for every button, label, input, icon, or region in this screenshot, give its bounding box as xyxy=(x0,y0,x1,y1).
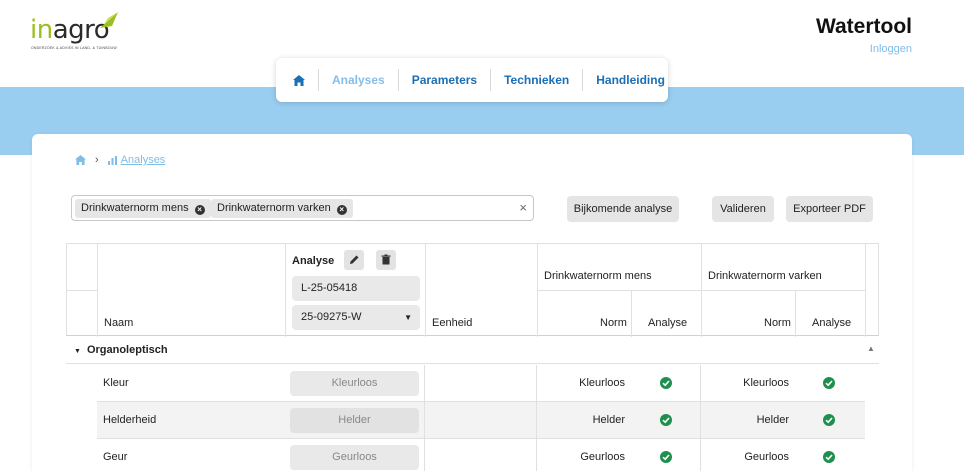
row-norm-mens: Helder xyxy=(592,414,625,426)
group-label: ▼ Organoleptisch xyxy=(74,344,168,356)
check-circle-icon xyxy=(660,377,672,389)
norm-multiselect[interactable]: Drinkwaternorm mens × Drinkwaternorm vark… xyxy=(71,195,534,221)
delete-analysis-button[interactable] xyxy=(376,250,396,270)
home-icon[interactable] xyxy=(75,155,86,165)
norm-group-varken-header: Drinkwaternorm varken xyxy=(708,270,822,282)
check-circle-icon xyxy=(823,414,835,426)
export-pdf-button[interactable]: Exporteer PDF xyxy=(786,196,873,222)
analysis-mens-subheader: Analyse xyxy=(648,317,688,329)
nav-parameters[interactable]: Parameters xyxy=(397,69,490,91)
row-norm-mens: Kleurloos xyxy=(579,377,625,389)
col-analysis-header: Analyse xyxy=(292,255,335,267)
analysis-id-field[interactable]: L-25-05418 xyxy=(292,276,420,301)
check-circle-icon xyxy=(660,451,672,463)
nav-handleiding[interactable]: Handleiding xyxy=(582,69,678,91)
remove-tag-icon[interactable]: × xyxy=(336,205,347,215)
check-circle-icon xyxy=(823,451,835,463)
norm-group-mens-header: Drinkwaternorm mens xyxy=(544,270,652,282)
norm-mens-subheader: Norm xyxy=(600,317,627,329)
pencil-icon xyxy=(350,255,359,264)
caret-down-icon: ▼ xyxy=(404,313,412,322)
norm-varken-subheader: Norm xyxy=(764,317,791,329)
extra-analysis-button[interactable]: Bijkomende analyse xyxy=(567,196,679,222)
nav-analyses[interactable]: Analyses xyxy=(318,69,398,91)
caret-down-icon: ▼ xyxy=(74,348,81,355)
breadcrumb-separator: › xyxy=(95,154,99,166)
clear-all-icon[interactable]: × xyxy=(519,200,527,215)
tag-drinkwaternorm-varken: Drinkwaternorm varken × xyxy=(211,199,353,218)
check-circle-icon xyxy=(823,377,835,389)
row-value-field[interactable]: Helder xyxy=(290,408,419,433)
analysis-table: Naam Analyse L-25-05418 25-09275-W ▼ Een… xyxy=(66,243,879,471)
row-name: Kleur xyxy=(103,377,129,389)
col-unit-header: Eenheid xyxy=(432,317,473,329)
analysis-varken-subheader: Analyse xyxy=(812,317,852,329)
bar-chart-icon xyxy=(107,155,117,165)
table-row: Helderheid Helder Helder Helder xyxy=(97,402,865,439)
col-name-header: Naam xyxy=(104,317,134,329)
remove-tag-icon[interactable]: × xyxy=(194,205,205,215)
row-value-field[interactable]: Kleurloos xyxy=(290,371,419,396)
validate-button[interactable]: Valideren xyxy=(712,196,774,222)
main-nav: Analyses Parameters Technieken Handleidi… xyxy=(276,58,668,102)
tag-label: Drinkwaternorm mens xyxy=(81,202,189,214)
row-value-field[interactable]: Geurloos xyxy=(290,445,419,470)
breadcrumb: › Analyses xyxy=(75,154,165,166)
breadcrumb-analyses-link[interactable]: Analyses xyxy=(121,154,166,166)
leaf-icon xyxy=(100,12,118,28)
row-norm-mens: Geurloos xyxy=(580,451,625,463)
table-row: Geur Geurloos Geurloos Geurloos xyxy=(97,439,865,471)
table-row: Kleur Kleurloos Kleurloos Kleurloos xyxy=(97,365,865,402)
table-header: Naam Analyse L-25-05418 25-09275-W ▼ Een… xyxy=(66,243,879,337)
nav-technieken[interactable]: Technieken xyxy=(490,69,582,91)
logo-subtitle: ONDERZOEK & ADVIES IN LAND- & TUINBOUW xyxy=(31,46,117,50)
scroll-up-icon[interactable]: ▲ xyxy=(867,344,875,353)
row-norm-varken: Helder xyxy=(756,414,789,426)
login-link[interactable]: Inloggen xyxy=(870,43,912,55)
row-norm-varken: Geurloos xyxy=(744,451,789,463)
sample-select[interactable]: 25-09275-W ▼ xyxy=(292,305,420,330)
row-name: Geur xyxy=(103,451,128,463)
row-norm-varken: Kleurloos xyxy=(743,377,789,389)
app-title: Watertool xyxy=(815,15,912,38)
check-circle-icon xyxy=(660,414,672,426)
trash-icon xyxy=(381,254,391,265)
home-icon xyxy=(293,75,305,87)
row-name: Helderheid xyxy=(103,414,157,426)
group-row-organoleptisch[interactable]: ▼ Organoleptisch ▲ xyxy=(66,336,879,364)
tag-label: Drinkwaternorm varken xyxy=(217,202,331,214)
nav-home[interactable] xyxy=(276,69,318,91)
tag-drinkwaternorm-mens: Drinkwaternorm mens × xyxy=(75,199,211,218)
edit-analysis-button[interactable] xyxy=(344,250,364,270)
sample-select-value: 25-09275-W xyxy=(301,311,362,323)
inagro-logo[interactable]: inagro ONDERZOEK & ADVIES IN LAND- & TUI… xyxy=(30,10,130,52)
